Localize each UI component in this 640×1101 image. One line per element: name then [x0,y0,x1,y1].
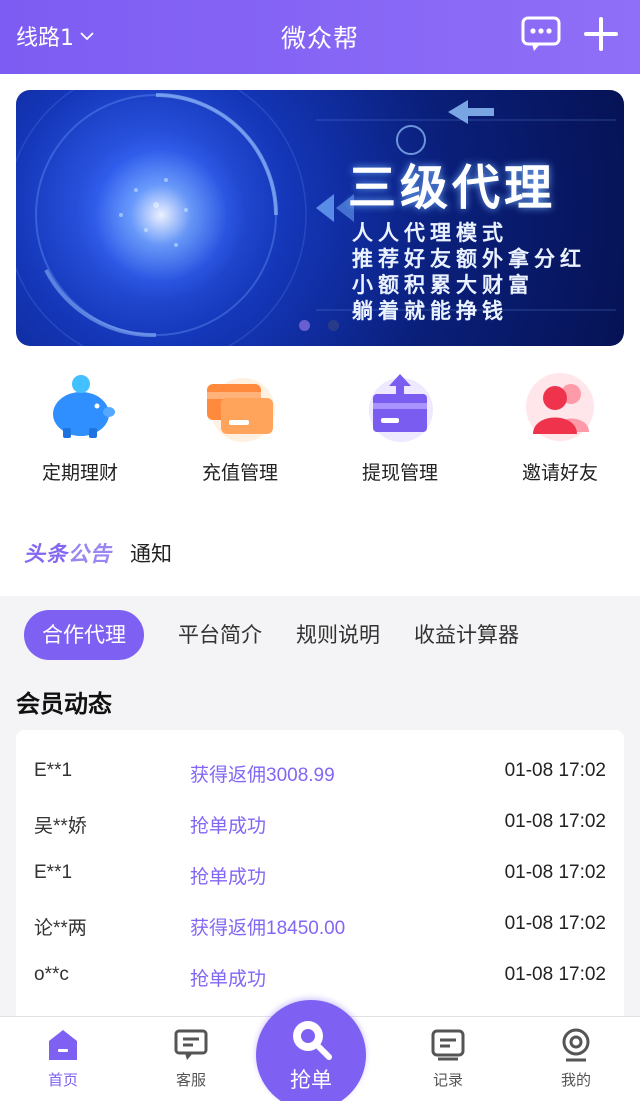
member-name: E**1 [34,760,73,781]
carousel-dot[interactable] [328,320,339,331]
message-icon[interactable] [520,14,562,54]
list-item: E**1 获得返佣3008.99 01-08 17:02 [16,746,624,797]
tab-platform-intro[interactable]: 平台简介 [178,610,262,660]
nav-label: 我的 [560,1071,591,1089]
headline-notice[interactable]: 头条公告 通知 [24,538,172,568]
info-tabs: 合作代理 平台简介 规则说明 收益计算器 [24,610,553,660]
quick-action-label: 充值管理 [201,462,278,484]
banner-globe [76,130,246,300]
member-time: 01-08 17:02 [504,760,606,781]
quick-action-fixed-finance[interactable]: 定期理财 [0,370,160,490]
quick-action-label: 邀请好友 [521,462,598,484]
list-item: 论**两 获得返佣18450.00 01-08 17:02 [16,899,624,950]
card-icon [207,378,275,442]
member-name: E**1 [34,862,73,883]
member-action: 抢单成功 [190,867,267,888]
member-action: 获得返佣3008.99 [190,765,335,786]
grab-order-button[interactable]: 抢单 [256,1000,366,1101]
tab-rules[interactable]: 规则说明 [296,610,380,660]
carousel-dot-active[interactable] [299,320,310,331]
list-item: o**c 抢单成功 01-08 17:02 [16,950,624,1001]
quick-action-label: 定期理财 [41,462,118,484]
records-icon [431,1029,465,1061]
nav-label: 首页 [47,1071,78,1089]
tab-cooperation-agent[interactable]: 合作代理 [24,610,144,660]
quick-action-label: 提现管理 [361,462,438,484]
member-time: 01-08 17:02 [504,964,606,985]
member-time: 01-08 17:02 [504,913,606,934]
quick-action-withdraw[interactable]: 提现管理 [320,370,480,490]
banner-title: 三级代理 [348,160,557,216]
carousel-dots [299,320,339,331]
banner-line: 人人代理模式 [352,221,508,245]
member-name: 论**两 [34,918,87,939]
nav-label: 客服 [175,1071,206,1089]
notice-badge-part2: 公告 [68,542,112,566]
tab-earnings-calculator[interactable]: 收益计算器 [414,610,519,660]
banner-line: 推荐好友额外拿分红 [352,247,586,271]
banner-line: 躺着就能挣钱 [352,299,508,323]
withdraw-icon [369,374,433,442]
list-item: E**1 抢单成功 01-08 17:02 [16,848,624,899]
notice-badge-part1: 头条 [24,542,68,566]
member-name: 吴**娇 [34,816,87,837]
member-name: o**c [34,964,69,985]
add-icon[interactable] [584,17,618,51]
profile-icon [562,1028,590,1062]
section-title-member-activity: 会员动态 [16,690,112,718]
top-header: 线路1 微众帮 [0,0,640,74]
notice-badge: 头条公告 [24,538,112,568]
notice-text: 通知 [130,542,172,566]
member-action: 获得返佣18450.00 [190,918,346,939]
piggy-bank-icon [53,375,115,438]
list-item: 吴**娇 抢单成功 01-08 17:02 [16,797,624,848]
home-icon [49,1030,77,1060]
chat-icon [174,1029,208,1060]
grab-order-label: 抢单 [290,1068,332,1092]
nav-label: 记录 [432,1071,463,1089]
member-time: 01-08 17:02 [504,811,606,832]
quick-action-recharge[interactable]: 充值管理 [160,370,320,490]
promo-banner[interactable]: 三级代理 人人代理模式 推荐好友额外拿分红 小额积累大财富 躺着就能挣钱 [16,90,624,346]
nav-records[interactable]: 记录 [408,1027,488,1090]
quick-action-invite[interactable]: 邀请好友 [480,370,640,490]
member-time: 01-08 17:02 [504,862,606,883]
search-icon [293,1021,332,1060]
member-action: 抢单成功 [190,969,267,990]
nav-customer-service[interactable]: 客服 [151,1027,231,1090]
nav-home[interactable]: 首页 [23,1027,103,1090]
banner-text: 人人代理模式 推荐好友额外拿分红 小额积累大财富 躺着就能挣钱 [352,220,586,324]
member-activity-list: E**1 获得返佣3008.99 01-08 17:02 吴**娇 抢单成功 0… [16,730,624,1030]
invite-friends-icon [526,373,594,441]
quick-actions: 定期理财 充值管理 提现管理 邀请好友 [0,370,640,490]
nav-mine[interactable]: 我的 [536,1027,616,1090]
member-action: 抢单成功 [190,816,267,837]
banner-line: 小额积累大财富 [352,273,534,297]
